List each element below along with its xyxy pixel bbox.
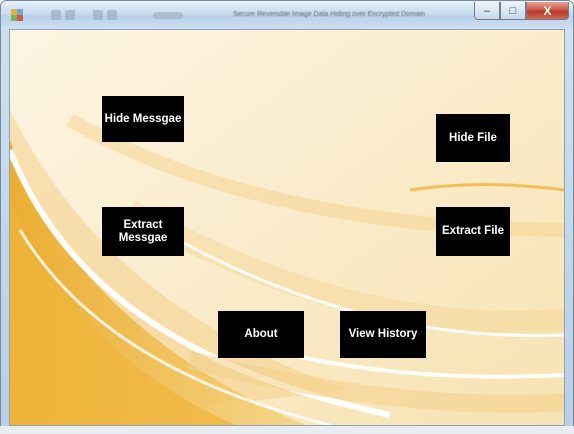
close-button[interactable]: X	[526, 2, 569, 20]
view-history-label: View History	[348, 328, 418, 340]
taskbar-edge	[0, 426, 574, 434]
extract-message-label-line1: Extract	[123, 218, 163, 231]
app-window: Secure Reversible Image Data Hiding over…	[0, 0, 574, 434]
hide-file-label: Hide File	[449, 131, 497, 144]
main-form: Hide Messgae Extract Messgae Hide File E…	[9, 29, 565, 426]
extract-file-button[interactable]: Extract File	[436, 207, 510, 256]
app-icon	[11, 9, 23, 21]
maximize-button[interactable]: □	[500, 2, 526, 20]
extract-message-label-line2: Messgae	[118, 231, 168, 244]
about-label: About	[244, 328, 278, 340]
title-decoration	[153, 12, 183, 19]
extract-message-button[interactable]: Extract Messgae	[102, 207, 184, 256]
title-bar[interactable]: Secure Reversible Image Data Hiding over…	[1, 1, 573, 29]
hide-message-label: Hide Messgae	[104, 112, 182, 125]
quick-access-icon[interactable]	[93, 10, 103, 20]
minimize-button[interactable]: –	[474, 2, 500, 20]
hide-message-button[interactable]: Hide Messgae	[102, 96, 184, 142]
about-button[interactable]: About	[218, 311, 304, 358]
quick-access-icon[interactable]	[107, 10, 117, 20]
view-history-button[interactable]: View History	[340, 311, 426, 358]
quick-access-icon[interactable]	[51, 10, 61, 20]
hide-file-button[interactable]: Hide File	[436, 114, 510, 162]
window-title: Secure Reversible Image Data Hiding over…	[233, 11, 426, 18]
window-controls: – □ X	[474, 2, 569, 21]
extract-file-label: Extract File	[442, 225, 504, 237]
quick-access-icon[interactable]	[65, 10, 75, 20]
